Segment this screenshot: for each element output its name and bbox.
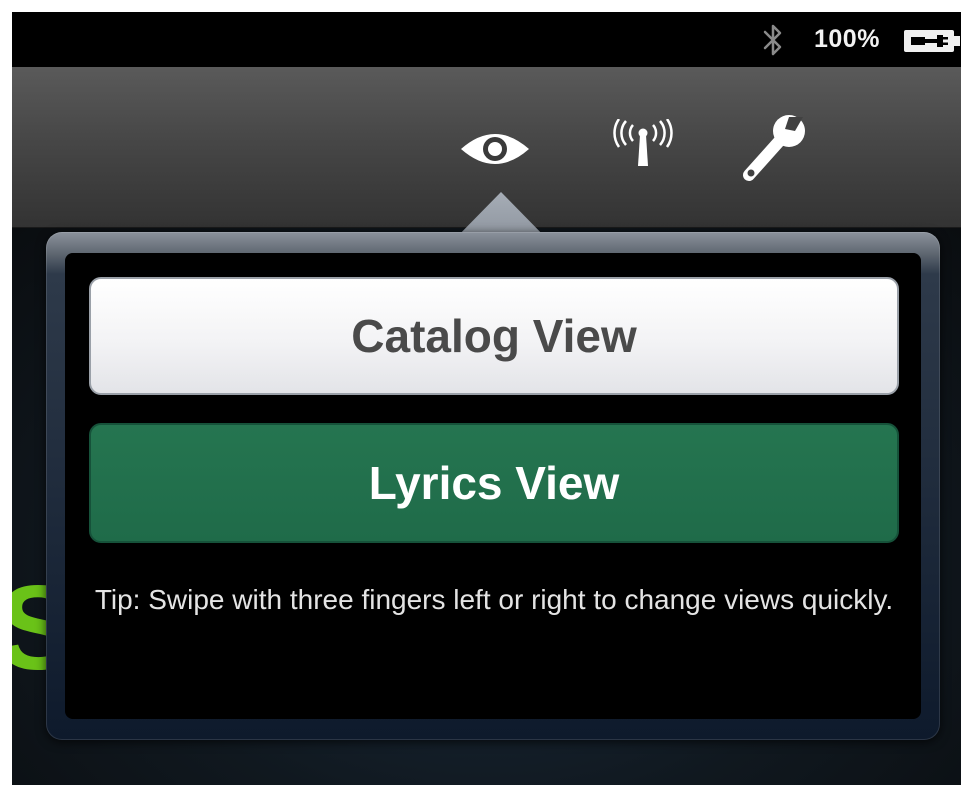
eye-icon[interactable] (458, 127, 532, 171)
wrench-icon[interactable] (739, 107, 811, 183)
battery-percent: 100% (814, 25, 880, 53)
popover-content: Catalog View Lyrics View Tip: Swipe with… (65, 253, 921, 719)
catalog-view-button[interactable]: Catalog View (89, 277, 899, 395)
battery-charging-icon (904, 30, 960, 52)
lyrics-view-label: Lyrics View (368, 457, 620, 509)
catalog-view-label: Catalog View (351, 310, 637, 362)
app-screen: 100% Catalog View Lyrics View Tip: Swipe… (12, 12, 961, 785)
view-switcher-popover: Catalog View Lyrics View Tip: Swipe with… (46, 232, 940, 740)
status-bar: 100% (12, 12, 961, 67)
tip-text: Tip: Swipe with three fingers left or ri… (94, 584, 894, 615)
wireless-antenna-icon[interactable] (605, 119, 681, 167)
bluetooth-icon (763, 24, 782, 56)
lyrics-view-button[interactable]: Lyrics View (89, 423, 899, 543)
